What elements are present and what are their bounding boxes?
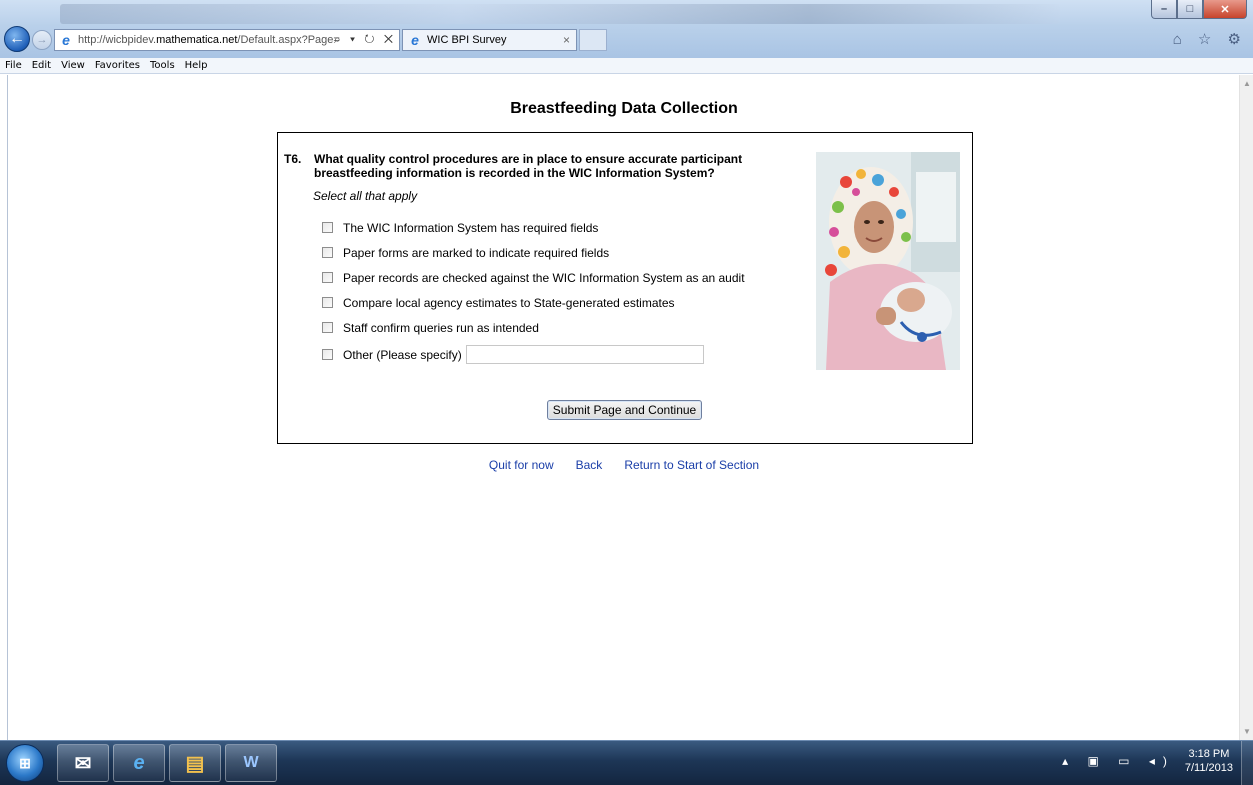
survey-question-box: T6. What quality control procedures are … (277, 132, 973, 444)
back-arrow-icon: ← (9, 30, 25, 47)
word-icon: W (243, 754, 259, 771)
option-label: Staff confirm queries run as intended (343, 320, 539, 335)
taskbar-internet-explorer[interactable]: e (113, 744, 165, 782)
page-title: Breastfeeding Data Collection (510, 100, 738, 117)
system-tray: ▴ ▣ ▭ ◂) 3:18 PM 7/11/2013 (1062, 747, 1233, 775)
address-tools[interactable]: ⌕ ▾ ↻ ✕ (334, 32, 396, 47)
checkbox[interactable] (322, 247, 333, 258)
checkbox[interactable] (322, 322, 333, 333)
forward-arrow-icon: → (36, 34, 48, 46)
question: T6. What quality control procedures are … (284, 152, 804, 180)
tab-close-icon[interactable]: × (563, 33, 570, 47)
titlebar-background (60, 4, 1060, 24)
option-label: The WIC Information System has required … (343, 220, 599, 235)
menu-file[interactable]: File (0, 60, 27, 71)
option-required-fields[interactable]: The WIC Information System has required … (322, 215, 745, 240)
file-explorer-icon: ▤ (185, 752, 205, 775)
photo-illustration (816, 152, 960, 370)
clock[interactable]: 3:18 PM 7/11/2013 (1185, 747, 1233, 775)
browser-titlebar: – □ ✕ ← → e http://wicbpidev. mathematica… (0, 0, 1253, 58)
internet-explorer-icon: e (62, 32, 70, 48)
return-to-start-link[interactable]: Return to Start of Section (624, 458, 759, 472)
new-tab-button[interactable] (579, 29, 607, 51)
menu-edit[interactable]: Edit (27, 60, 56, 71)
page-viewport: Breastfeeding Data Collection T6. What q… (7, 75, 1239, 740)
windows-taskbar: ⊞ ✉ e ▤ W ▴ ▣ ▭ ◂) 3:18 PM 7/11/2013 (0, 740, 1253, 785)
maximize-button[interactable]: □ (1177, 0, 1203, 19)
mother-with-baby-photo (816, 152, 960, 370)
tab-favicon-icon: e (411, 32, 419, 48)
submit-page-button[interactable]: Submit Page and Continue (547, 400, 702, 420)
address-bar[interactable]: e http://wicbpidev. mathematica.net/Defau… (54, 29, 400, 51)
taskbar-outlook[interactable]: ✉ (57, 744, 109, 782)
menu-help[interactable]: Help (180, 60, 213, 71)
forward-button[interactable]: → (32, 30, 52, 50)
close-window-button[interactable]: ✕ (1203, 0, 1247, 19)
back-link[interactable]: Back (576, 458, 603, 472)
option-label: Other (Please specify) (343, 347, 462, 362)
url-suffix: /Default.aspx?Page= (237, 34, 340, 46)
option-other[interactable]: Other (Please specify) (322, 342, 745, 367)
option-paper-records-audit[interactable]: Paper records are checked against the WI… (322, 265, 745, 290)
question-number: T6. (284, 152, 302, 166)
tray-icons[interactable]: ▴ ▣ ▭ ◂) (1062, 754, 1175, 768)
navigation-row: ← → e http://wicbpidev. mathematica.net/D… (0, 25, 1253, 55)
url-prefix: http://wicbpidev. (78, 34, 157, 46)
url-domain: mathematica.net (156, 34, 238, 46)
tab-title: WIC BPI Survey (427, 34, 507, 46)
taskbar-word[interactable]: W (225, 744, 277, 782)
option-label: Paper records are checked against the WI… (343, 270, 745, 285)
window-controls: – □ ✕ (1151, 0, 1247, 20)
scroll-down-icon[interactable]: ▼ (1243, 727, 1251, 736)
menu-bar: File Edit View Favorites Tools Help (0, 58, 1253, 74)
start-button[interactable]: ⊞ (6, 744, 44, 782)
tab-wic-bpi-survey[interactable]: e WIC BPI Survey × (402, 29, 577, 51)
checkbox[interactable] (322, 272, 333, 283)
home-favorites-tools-icons[interactable]: ⌂ ☆ ⚙ (1173, 30, 1247, 48)
option-staff-confirm-queries[interactable]: Staff confirm queries run as intended (322, 315, 745, 340)
show-desktop-button[interactable] (1241, 741, 1253, 785)
option-paper-forms-marked[interactable]: Paper forms are marked to indicate requi… (322, 240, 745, 265)
menu-tools[interactable]: Tools (145, 60, 180, 71)
menu-view[interactable]: View (56, 60, 90, 71)
option-label: Paper forms are marked to indicate requi… (343, 245, 610, 260)
clock-time: 3:18 PM (1188, 748, 1230, 760)
minimize-button[interactable]: – (1151, 0, 1177, 19)
scroll-up-icon[interactable]: ▲ (1243, 79, 1251, 88)
checkbox[interactable] (322, 349, 333, 360)
clock-date: 7/11/2013 (1184, 762, 1233, 774)
question-text: What quality control procedures are in p… (314, 152, 743, 180)
checkbox[interactable] (322, 297, 333, 308)
menu-favorites[interactable]: Favorites (90, 60, 145, 71)
instruction-text: Select all that apply (313, 189, 418, 203)
vertical-scrollbar[interactable]: ▲ ▼ (1239, 75, 1253, 740)
option-compare-estimates[interactable]: Compare local agency estimates to State-… (322, 290, 745, 315)
taskbar-file-explorer[interactable]: ▤ (169, 744, 221, 782)
checkbox[interactable] (322, 222, 333, 233)
outlook-icon: ✉ (74, 752, 92, 775)
windows-logo-icon: ⊞ (19, 754, 31, 771)
back-button[interactable]: ← (4, 26, 30, 52)
other-specify-input[interactable] (465, 345, 704, 364)
page-links: Quit for now Back Return to Start of Sec… (8, 458, 1240, 472)
internet-explorer-icon: e (133, 751, 145, 774)
options-list: The WIC Information System has required … (322, 215, 745, 367)
option-label: Compare local agency estimates to State-… (343, 295, 675, 310)
quit-for-now-link[interactable]: Quit for now (489, 458, 554, 472)
